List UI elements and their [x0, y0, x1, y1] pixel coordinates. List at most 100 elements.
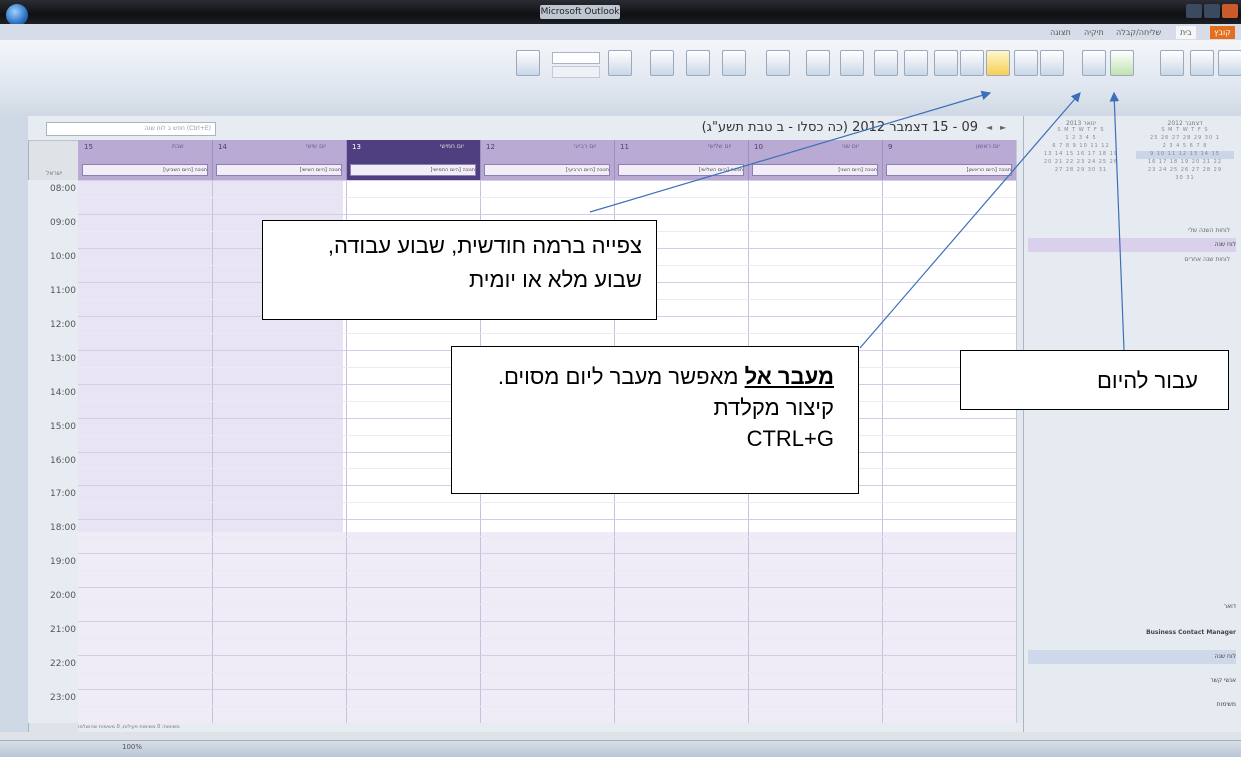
office-orb-icon[interactable]	[6, 4, 28, 26]
share-calendar-button[interactable]	[806, 50, 830, 76]
new-items-button[interactable]	[1160, 50, 1184, 76]
window-title: Microsoft Outlook	[540, 5, 620, 19]
time-slot-line	[78, 621, 1016, 623]
time-slot-line	[78, 519, 1016, 521]
hour-label: 17:00	[50, 489, 76, 500]
time-slot-line	[78, 553, 1016, 555]
close-icon[interactable]	[1222, 4, 1238, 18]
calendar-groups-button[interactable]	[874, 50, 898, 76]
time-slot-line	[78, 332, 1016, 334]
month-view-button[interactable]	[960, 50, 984, 76]
calendar-checkbox-item[interactable]: לוח שנה	[1028, 238, 1236, 252]
nav-bcm[interactable]: Business Contact Manager	[1028, 626, 1236, 640]
callout-goto-bold: מעבר אל	[744, 364, 834, 389]
mini-calendar-title: דצמבר 2012	[1167, 120, 1203, 127]
forward-arrow-icon[interactable]: ►	[1000, 123, 1006, 132]
all-day-event[interactable]: חנוכה [היום הראשון]	[886, 164, 1012, 176]
time-slot-line	[78, 213, 1016, 215]
nav-calendar[interactable]: לוח שנה	[1028, 650, 1236, 664]
all-day-event[interactable]: חנוכה [היום הרביעי]	[484, 164, 610, 176]
time-slot-line	[78, 570, 1016, 572]
time-slot-line	[78, 196, 1016, 198]
tab-file[interactable]: קובץ	[1210, 26, 1235, 39]
hour-label: 22:00	[50, 659, 76, 670]
mini-calendar-january[interactable]: ינואר 2013 S M T W T F S1 2 3 4 56 7 8 9…	[1032, 120, 1130, 216]
work-week-view-button[interactable]	[1014, 50, 1038, 76]
mini-calendar-december[interactable]: דצמבר 2012 S M T W T F S 25 26 27 28 29 3…	[1136, 120, 1234, 216]
hour-label: 14:00	[50, 387, 76, 398]
share-button[interactable]	[650, 50, 674, 76]
my-calendars-header[interactable]: לוחות השנה שלי	[1030, 227, 1230, 234]
nav-contacts[interactable]: אנשי קשר	[1028, 674, 1236, 688]
day-view-button[interactable]	[1040, 50, 1064, 76]
schedule-view-button[interactable]	[934, 50, 958, 76]
forward-calendar-button[interactable]	[686, 50, 710, 76]
tab-folder[interactable]: תיקיה	[1080, 26, 1108, 39]
tab-home[interactable]: בית	[1176, 26, 1196, 39]
hour-label: 16:00	[50, 455, 76, 466]
calendar-permissions-button[interactable]	[722, 50, 746, 76]
navigation-pane-collapsed[interactable]	[0, 116, 29, 732]
day-name: יום שישי	[306, 143, 327, 150]
all-day-event[interactable]: חנוכה [היום השישי]	[216, 164, 342, 176]
day-name: יום ראשון	[976, 143, 1000, 150]
next-7-days-button[interactable]	[1082, 50, 1106, 76]
calendar-search-input[interactable]: חפש ב לוח שנה (Ctrl+E)	[46, 122, 216, 136]
all-day-event[interactable]: חנוכה [היום השני]	[752, 164, 878, 176]
address-book-button[interactable]	[552, 66, 600, 78]
maximize-icon[interactable]	[1204, 4, 1220, 18]
time-slot-line	[78, 604, 1016, 606]
hour-label: 13:00	[50, 353, 76, 364]
hour-label: 19:00	[50, 557, 76, 568]
day-number: 9	[888, 143, 893, 151]
tab-view[interactable]: תצוגה	[1046, 26, 1075, 39]
hour-label: 10:00	[50, 251, 76, 262]
day-number: 14	[218, 143, 227, 151]
date-range-title: 09 - 15 דצמבר 2012 (כה כסלו - ב טבת תשע"…	[701, 120, 978, 135]
callout-today: עבור להיום	[960, 350, 1229, 410]
time-slot-line	[78, 689, 1016, 691]
hour-label: 09:00	[50, 217, 76, 228]
bcm-button[interactable]	[516, 50, 540, 76]
status-bar	[0, 740, 1241, 757]
time-slot-line	[78, 672, 1016, 674]
go-to-today-button[interactable]	[1110, 50, 1134, 76]
open-calendar-button[interactable]	[904, 50, 928, 76]
minimize-icon[interactable]	[1186, 4, 1202, 18]
zoom-level[interactable]: 100%	[122, 743, 142, 751]
time-slot-line	[78, 706, 1016, 708]
week-view-button[interactable]	[986, 50, 1010, 76]
all-day-event[interactable]: חנוכה [היום השלישי]	[618, 164, 744, 176]
hour-label: 23:00	[50, 693, 76, 704]
day-number: 11	[620, 143, 629, 151]
back-arrow-icon[interactable]: ◄	[986, 123, 992, 132]
day-number: 12	[486, 143, 495, 151]
email-calendar-button[interactable]	[840, 50, 864, 76]
day-name: יום שני	[842, 143, 859, 150]
day-number: 10	[754, 143, 763, 151]
time-slot-line	[78, 180, 1016, 181]
other-calendars-header[interactable]: לוחות שנה אחרים	[1030, 256, 1230, 263]
nav-tasks[interactable]: משימות	[1028, 698, 1236, 712]
day-name: יום שלישי	[708, 143, 732, 150]
task-status-strip: משימות: 0 משימות פעילות, 0 משימות שהושלמ…	[78, 723, 1023, 732]
new-appointment-button[interactable]	[1218, 50, 1241, 76]
callout-views: צפייה ברמה חודשית, שבוע עבודה, שבוע מלא …	[262, 220, 657, 320]
timezone-label: ישראל	[46, 170, 63, 177]
tab-send-receive[interactable]: שליחה/קבלה	[1112, 26, 1165, 39]
time-slot-line	[78, 587, 1016, 589]
day-name: יום חמישי	[440, 143, 464, 150]
publish-online-button[interactable]	[766, 50, 790, 76]
all-day-event[interactable]: חנוכה [היום החמישי]	[350, 164, 476, 176]
time-slot-line	[78, 655, 1016, 657]
hour-label: 18:00	[50, 523, 76, 534]
all-day-event[interactable]: חנוכה [היום השביעי]	[82, 164, 208, 176]
mini-calendar-title: ינואר 2013	[1066, 120, 1096, 127]
find-contact-field[interactable]	[552, 52, 600, 64]
find-button[interactable]	[608, 50, 632, 76]
nav-mail[interactable]: דואר	[1028, 600, 1236, 614]
time-slot-line	[78, 638, 1016, 640]
new-meeting-button[interactable]	[1190, 50, 1214, 76]
title-bar	[0, 0, 1241, 24]
day-number: 15	[84, 143, 93, 151]
